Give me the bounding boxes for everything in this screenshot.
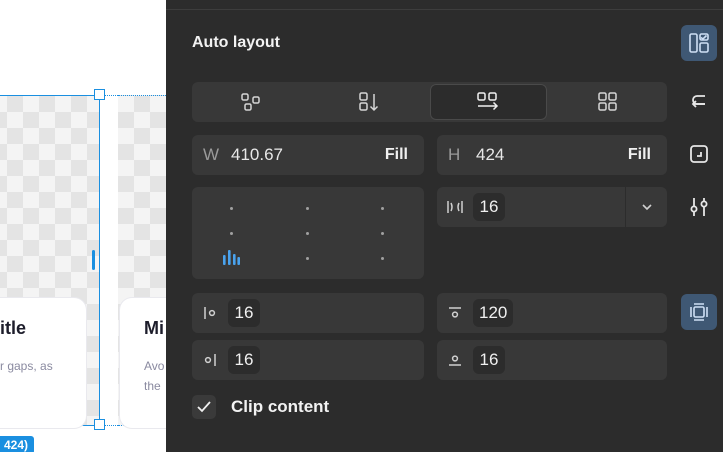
width-field[interactable]: W 410.67 Fill (192, 135, 424, 175)
checkmark-icon (197, 401, 211, 413)
gap-horizontal-icon (437, 199, 473, 215)
wrap-button[interactable] (681, 84, 717, 120)
resize-handle-bottom-right[interactable] (94, 419, 105, 430)
gap-field[interactable]: 16 (437, 187, 667, 227)
width-label: W (203, 145, 220, 164)
resize-icon (690, 145, 708, 163)
align-middle-center[interactable] (306, 232, 309, 235)
card-body: r gaps, as (0, 359, 53, 373)
padding-top-value[interactable]: 120 (473, 299, 514, 327)
alignment-grid[interactable] (192, 187, 424, 279)
align-bottom-center[interactable] (306, 257, 309, 260)
height-sizing-mode[interactable]: Fill (628, 146, 651, 164)
width-value[interactable]: 410.67 (231, 145, 283, 165)
clip-content-label: Clip content (231, 397, 330, 416)
size-badge: 424) (0, 436, 35, 452)
align-bottom-left-active-icon[interactable] (222, 249, 240, 265)
align-top-right[interactable] (381, 207, 384, 210)
layout-settings-button[interactable] (681, 189, 717, 225)
content-card-2[interactable]: Mi Avo the (120, 298, 166, 428)
sliders-icon (690, 198, 708, 216)
layout-suggestions-button[interactable] (681, 25, 717, 61)
height-label: H (448, 145, 461, 164)
align-top-center[interactable] (306, 207, 309, 210)
padding-left-value[interactable]: 16 (228, 299, 260, 327)
card-body: Avo the (144, 356, 166, 396)
padding-right-icon (192, 353, 228, 367)
clip-content-checkbox[interactable] (192, 395, 216, 419)
content-card[interactable]: itle r gaps, as (0, 298, 86, 428)
height-value[interactable]: 424 (476, 145, 504, 165)
direction-horizontal-wrap-option[interactable] (429, 84, 548, 120)
padding-bottom-field[interactable]: 16 (437, 340, 667, 380)
horizontal-wrap-icon (477, 92, 499, 111)
card-body-line: Avo (144, 359, 165, 373)
gap-dropdown-button[interactable] (626, 187, 667, 227)
align-bottom-right[interactable] (381, 257, 384, 260)
padding-right-value[interactable]: 16 (228, 346, 260, 374)
vertical-icon (358, 92, 378, 112)
layout-check-icon (689, 33, 709, 53)
section-title: Auto layout (192, 34, 280, 51)
padding-right-field[interactable]: 16 (192, 340, 424, 380)
align-middle-left[interactable] (230, 232, 233, 235)
clip-content-row[interactable]: Clip content (192, 395, 329, 419)
resize-handle-top-right[interactable] (94, 89, 105, 100)
resize-edge-indicator[interactable] (92, 250, 95, 270)
card-body-line: the (144, 379, 161, 393)
height-field[interactable]: H 424 Fill (437, 135, 667, 175)
freeform-icon (241, 93, 260, 111)
align-top-left[interactable] (230, 207, 233, 210)
grid-icon (598, 92, 617, 111)
gap-value[interactable]: 16 (473, 193, 505, 221)
padding-bottom-value[interactable]: 16 (473, 346, 505, 374)
padding-top-icon (437, 306, 473, 320)
direction-segmented-control (192, 82, 667, 122)
design-canvas[interactable]: itle r gaps, as Mi Avo the 424) (0, 0, 166, 452)
direction-vertical-option[interactable] (310, 82, 428, 122)
properties-panel: Auto layout W 410.67 Fill H 424 Fill 16 … (166, 0, 723, 452)
width-sizing-mode[interactable]: Fill (385, 146, 408, 164)
resize-to-fit-button[interactable] (681, 136, 717, 172)
card-title: itle (0, 318, 27, 338)
padding-top-field[interactable]: 120 (437, 293, 667, 333)
chevron-down-icon (641, 204, 652, 211)
divider (166, 9, 723, 10)
padding-left-field[interactable]: 16 (192, 293, 424, 333)
return-arrow-icon (691, 95, 705, 108)
individual-padding-button[interactable] (681, 294, 717, 330)
direction-grid-option[interactable] (549, 82, 667, 122)
align-middle-right[interactable] (381, 232, 384, 235)
padding-bottom-icon (437, 353, 473, 367)
padding-frame-icon (690, 303, 708, 321)
direction-freeform-option[interactable] (192, 82, 310, 122)
card-title: Mi (144, 318, 164, 338)
padding-left-icon (192, 306, 228, 320)
